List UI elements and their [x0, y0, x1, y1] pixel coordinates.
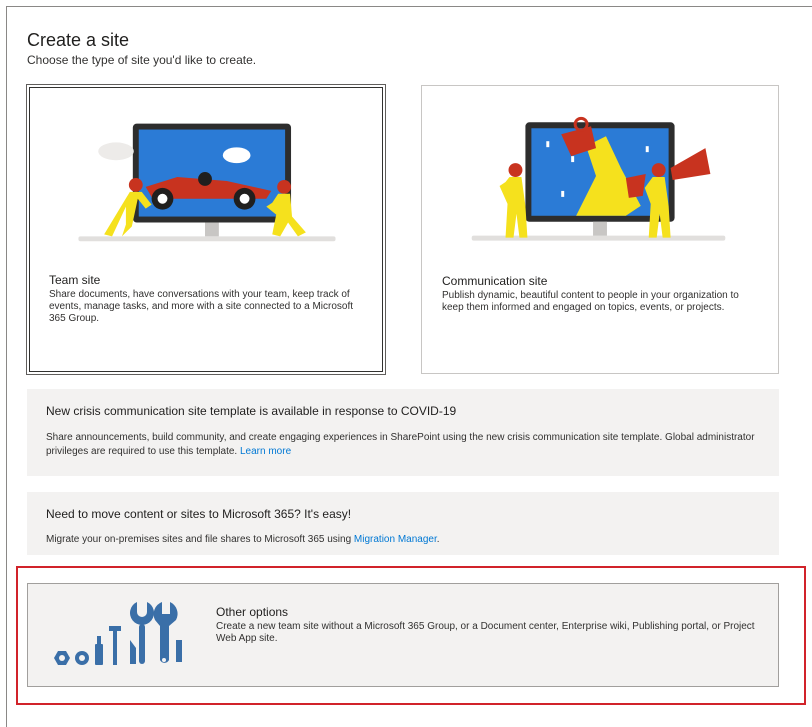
communication-site-illustration	[471, 116, 726, 241]
page-subtitle: Choose the type of site you'd like to cr…	[27, 53, 257, 67]
communication-site-title: Communication site	[442, 274, 548, 288]
migration-banner-title: Need to move content or sites to Microso…	[46, 507, 352, 521]
communication-site-description: Publish dynamic, beautiful content to pe…	[442, 290, 739, 313]
learn-more-link[interactable]: Learn more	[240, 446, 291, 457]
crisis-banner-title: New crisis communication site template i…	[46, 404, 457, 418]
team-site-illustration	[78, 123, 336, 242]
migration-banner: Need to move content or sites to Microso…	[27, 492, 779, 555]
other-options-title: Other options	[216, 605, 289, 619]
tools-icon	[54, 602, 182, 665]
crisis-template-banner: New crisis communication site template i…	[27, 389, 779, 476]
communication-site-card[interactable]: Communication site Publish dynamic, beau…	[421, 85, 779, 374]
migration-banner-suffix: .	[436, 534, 440, 545]
crisis-banner-text: Share announcements, build community, an…	[46, 431, 756, 459]
team-site-description: Share documents, have conversations with…	[49, 289, 354, 324]
page-title: Create a site	[27, 30, 130, 50]
team-site-card[interactable]: Team site Share documents, have conversa…	[26, 84, 386, 375]
migration-banner-text: Migrate your on-premises sites and file …	[46, 533, 756, 547]
migration-banner-body: Migrate your on-premises sites and file …	[46, 534, 352, 545]
other-options-description: Create a new team site without a Microso…	[216, 621, 755, 644]
team-site-title: Team site	[49, 273, 101, 287]
crisis-banner-body: Share announcements, build community, an…	[46, 432, 755, 457]
migration-manager-link[interactable]: Migration Manager	[354, 534, 437, 545]
